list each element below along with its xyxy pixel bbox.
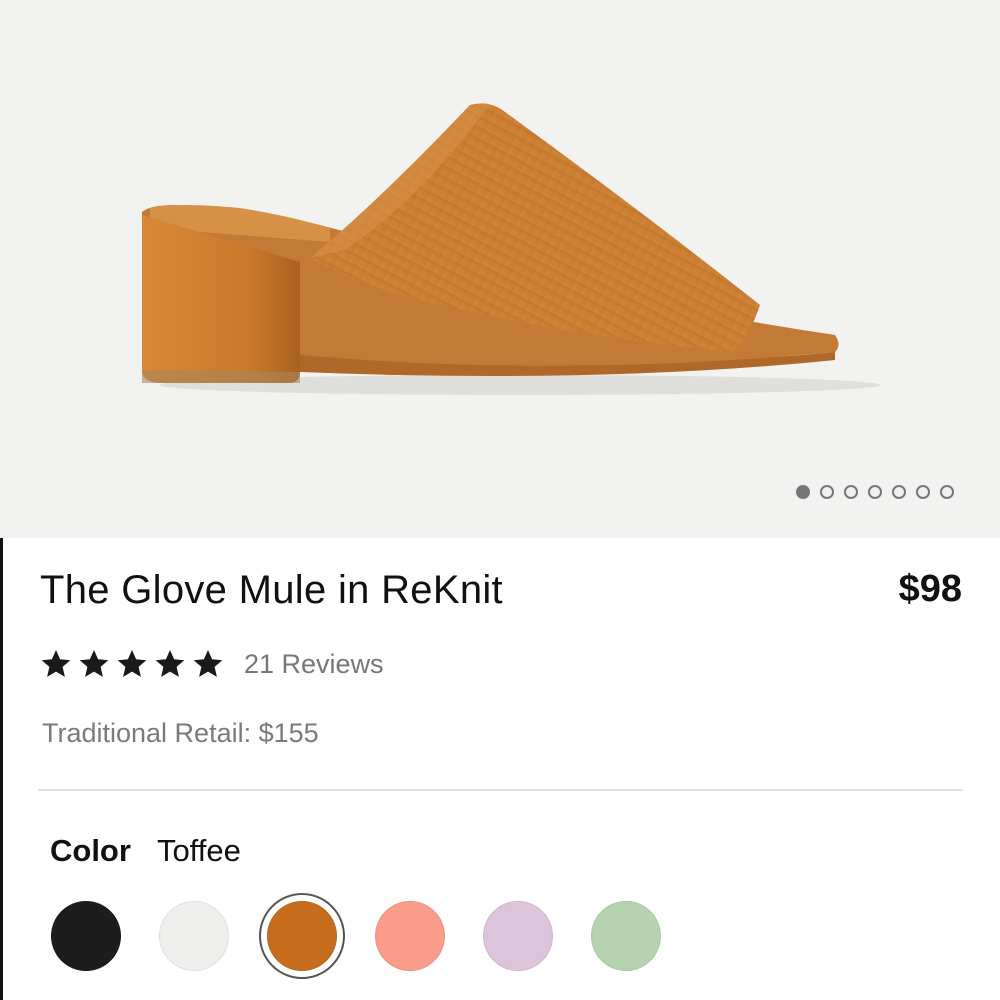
color-swatch[interactable] (259, 893, 345, 979)
star-rating (40, 648, 224, 680)
color-swatch-fill (159, 901, 229, 971)
color-label: Color (50, 833, 131, 868)
pagination-dot-icon[interactable] (844, 485, 858, 499)
divider (38, 789, 963, 791)
left-border (0, 538, 3, 1000)
star-icon (41, 650, 71, 677)
color-swatch-fill (483, 901, 553, 971)
color-swatch-fill (591, 901, 661, 971)
product-title: The Glove Mule in ReKnit (40, 568, 503, 612)
pagination-dot-icon[interactable] (940, 485, 954, 499)
color-swatch[interactable] (158, 900, 230, 972)
color-selection-header: Color Toffee (50, 833, 241, 869)
color-swatch[interactable] (374, 900, 446, 972)
color-swatch-fill (51, 901, 121, 971)
product-image-carousel[interactable] (0, 0, 1000, 538)
pagination-dot-icon[interactable] (796, 485, 810, 499)
selected-color-name: Toffee (156, 833, 241, 868)
color-swatch[interactable] (590, 900, 662, 972)
color-swatch[interactable] (482, 900, 554, 972)
reviews-link[interactable]: 21 Reviews (244, 649, 384, 680)
product-image (142, 103, 880, 395)
product-price: $98 (898, 568, 962, 610)
image-pagination (796, 485, 954, 499)
star-icon (155, 650, 185, 677)
pagination-dot-icon[interactable] (868, 485, 882, 499)
traditional-retail-price: Traditional Retail: $155 (42, 718, 319, 748)
star-icon (193, 650, 223, 677)
color-swatch-fill (375, 901, 445, 971)
rating-row: 21 Reviews (40, 648, 384, 680)
pagination-dot-icon[interactable] (892, 485, 906, 499)
pagination-dot-icon[interactable] (820, 485, 834, 499)
color-swatch-fill (267, 901, 337, 971)
pagination-dot-icon[interactable] (916, 485, 930, 499)
color-swatches (50, 893, 662, 979)
star-icon (79, 650, 109, 677)
color-swatch[interactable] (50, 900, 122, 972)
star-icon (117, 650, 147, 677)
